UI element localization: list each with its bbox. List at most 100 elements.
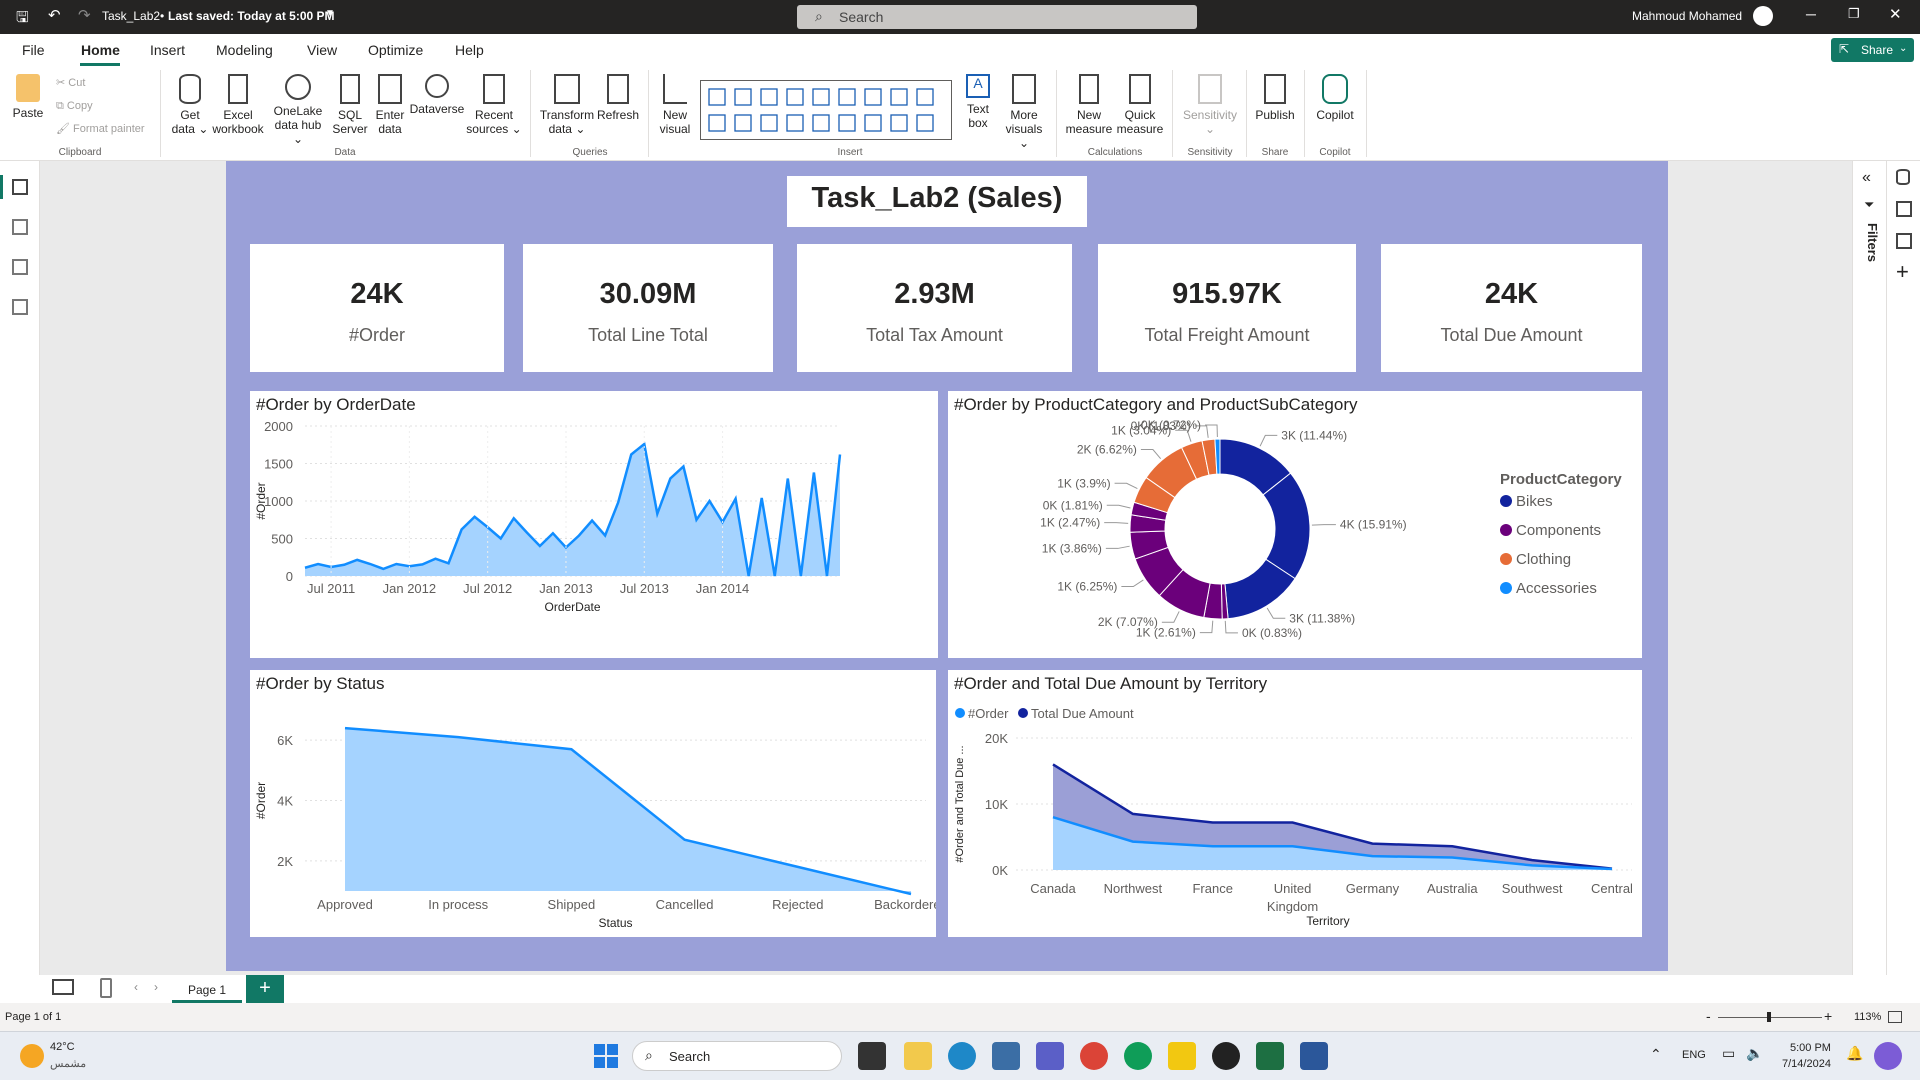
refresh-button[interactable]: Refresh <box>596 74 640 122</box>
language-indicator[interactable]: ENG <box>1682 1049 1706 1061</box>
chart-order-due-by-territory[interactable]: #Order and Total Due Amount by Territory… <box>948 670 1642 937</box>
sensitivity-button[interactable]: Sensitivity ⌄ <box>1180 74 1240 136</box>
collapse-icon[interactable]: « <box>1862 169 1871 187</box>
document-title: Task_Lab2 <box>102 9 161 23</box>
visual-gallery[interactable] <box>700 80 952 140</box>
x-tick-label: Southwest <box>1502 881 1563 896</box>
visual-type-icon <box>864 88 882 106</box>
network-icon[interactable]: ▭ <box>1722 1045 1735 1062</box>
chart-order-by-category[interactable]: #Order by ProductCategory and ProductSub… <box>948 391 1642 658</box>
menu-help[interactable]: Help <box>455 42 484 58</box>
menu-view[interactable]: View <box>307 42 337 58</box>
user-name: Mahmoud Mohamed <box>1632 9 1743 23</box>
dataverse-button[interactable]: Dataverse <box>408 74 466 116</box>
taskbar-search[interactable]: ⌕ Search <box>632 1041 842 1071</box>
cut-button[interactable]: ✂ Cut <box>56 76 85 90</box>
chevron-down-icon[interactable]: ▼ <box>325 8 335 19</box>
sql-server-button[interactable]: SQL Server <box>330 74 370 136</box>
group-clipboard: Clipboard <box>58 147 102 158</box>
excel-workbook-button[interactable]: Excel workbook <box>210 74 266 136</box>
avatar[interactable] <box>1753 6 1773 26</box>
undo-icon[interactable]: ↶ <box>48 6 61 24</box>
search-box[interactable]: ⌕ Search <box>797 5 1197 29</box>
copy-button[interactable]: ⧉ Copy <box>56 99 93 113</box>
add-page-button[interactable]: + <box>246 975 284 1003</box>
menu-home[interactable]: Home <box>81 42 120 58</box>
minimize-icon[interactable]: ─ <box>1806 6 1816 22</box>
copilot-button[interactable]: Copilot <box>1310 74 1360 122</box>
chrome-profile-icon[interactable] <box>1124 1042 1152 1070</box>
kpi-card-tax[interactable]: 2.93M Total Tax Amount <box>797 244 1072 372</box>
menu-file[interactable]: File <box>22 42 45 58</box>
kpi-card-line-total[interactable]: 30.09M Total Line Total <box>523 244 773 372</box>
excel-app-icon[interactable] <box>1256 1042 1284 1070</box>
chart-order-by-date[interactable]: #Order by OrderDate 0 500 1000 1500 2000 Jul … <box>250 391 938 658</box>
file-explorer-icon[interactable] <box>904 1042 932 1070</box>
get-data-button[interactable]: Get data ⌄ <box>170 74 210 136</box>
weather-icon[interactable] <box>20 1044 44 1068</box>
fit-page-icon[interactable] <box>1888 1011 1902 1023</box>
right-pane: « ⏷ Filters + ⚙ <box>1852 161 1920 1003</box>
notification-icon[interactable]: 🔔 <box>1846 1045 1863 1062</box>
redo-icon[interactable]: ↷ <box>78 6 91 24</box>
share-button[interactable]: ⇱ Share ⌄ <box>1831 38 1914 62</box>
format-icon[interactable] <box>1896 233 1912 249</box>
zoom-out-icon[interactable]: - <box>1706 1008 1711 1024</box>
kpi-card-freight[interactable]: 915.97K Total Freight Amount <box>1098 244 1356 372</box>
report-view-icon[interactable] <box>12 179 28 195</box>
format-painter-button[interactable]: 🖌 Format painter <box>56 122 145 136</box>
zoom-in-icon[interactable]: + <box>1824 1008 1832 1024</box>
zoom-slider-thumb[interactable] <box>1767 1012 1771 1022</box>
quick-measure-button[interactable]: Quick measure <box>1114 74 1166 136</box>
publish-button[interactable]: Publish <box>1252 74 1298 122</box>
kpi-card-order[interactable]: 24K #Order <box>250 244 504 372</box>
dax-query-icon[interactable] <box>12 299 28 315</box>
desktop-layout-icon[interactable] <box>52 979 74 995</box>
restore-icon[interactable]: ❐ <box>1848 6 1860 22</box>
menu-optimize[interactable]: Optimize <box>368 42 423 58</box>
chrome-icon[interactable] <box>1080 1042 1108 1070</box>
more-visuals-button[interactable]: More visuals ⌄ <box>1000 74 1048 150</box>
visualizations-icon[interactable] <box>1896 201 1912 217</box>
new-visual-button[interactable]: New visual <box>656 74 694 136</box>
mobile-layout-icon[interactable] <box>100 978 112 998</box>
next-page-icon[interactable]: › <box>154 980 158 994</box>
prev-page-icon[interactable]: ‹ <box>134 980 138 994</box>
x-tick-label: Australia <box>1427 881 1478 896</box>
add-icon[interactable]: + <box>1896 259 1909 285</box>
leader-line <box>1224 620 1238 634</box>
windows-start-icon[interactable] <box>594 1044 618 1068</box>
data-pane-icon[interactable] <box>1896 169 1910 185</box>
filters-pane-label[interactable]: Filters <box>1856 223 1880 262</box>
edge-icon[interactable] <box>948 1042 976 1070</box>
onelake-button[interactable]: OneLake data hub ⌄ <box>268 74 328 146</box>
chart-order-by-status[interactable]: #Order by Status 2K 4K 6K Approved In proces… <box>250 670 936 937</box>
text-box-button[interactable]: A Text box <box>958 74 998 130</box>
teams-icon[interactable] <box>1036 1042 1064 1070</box>
media-player-icon[interactable] <box>1212 1042 1240 1070</box>
bullet: • <box>160 9 165 23</box>
menu-insert[interactable]: Insert <box>150 42 185 58</box>
close-icon[interactable]: ✕ <box>1889 5 1902 23</box>
enter-data-button[interactable]: Enter data <box>372 74 408 136</box>
divider <box>648 70 649 157</box>
kpi-card-due[interactable]: 24K Total Due Amount <box>1381 244 1642 372</box>
store-icon[interactable] <box>992 1042 1020 1070</box>
transform-data-button[interactable]: Transform data ⌄ <box>538 74 596 136</box>
table-view-icon[interactable] <box>12 219 28 235</box>
model-view-icon[interactable] <box>12 259 28 275</box>
task-view-icon[interactable] <box>858 1042 886 1070</box>
chevron-up-icon[interactable]: ⌃ <box>1650 1046 1662 1063</box>
recent-sources-button[interactable]: Recent sources ⌄ <box>466 74 522 136</box>
menu-modeling[interactable]: Modeling <box>216 42 273 58</box>
copilot-taskbar-icon[interactable] <box>1874 1042 1902 1070</box>
save-icon[interactable]: 🖫 <box>16 7 29 32</box>
new-measure-button[interactable]: New measure <box>1064 74 1114 136</box>
paste-button[interactable]: Paste <box>12 74 44 120</box>
sensitivity-label: Sensitivity <box>1182 108 1238 122</box>
volume-icon[interactable]: 🔈 <box>1746 1045 1763 1062</box>
word-app-icon[interactable] <box>1300 1042 1328 1070</box>
more-visuals-icon <box>1012 74 1036 104</box>
tab-page-1[interactable]: Page 1 <box>172 977 242 1003</box>
power-bi-icon[interactable] <box>1168 1042 1196 1070</box>
